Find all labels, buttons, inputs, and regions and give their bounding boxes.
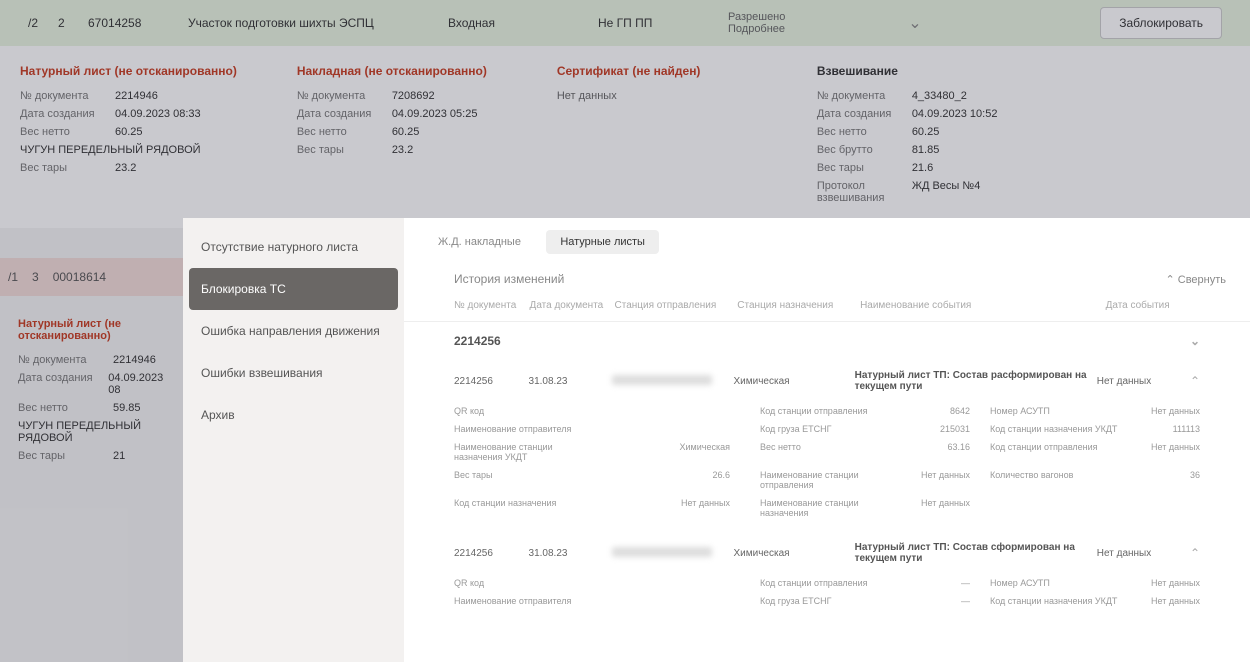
chevron-down-icon: ⌄ <box>1190 334 1200 348</box>
group-header[interactable]: 2214256 ⌄ <box>404 321 1250 360</box>
detail-row: Наименование станции назначения УКДТХими… <box>404 438 1250 466</box>
row-seq: 2 <box>50 16 80 30</box>
redacted-text <box>612 547 712 557</box>
detail-row: QR кодКод станции отправления—Номер АСУТ… <box>404 574 1250 592</box>
detail-row: QR кодКод станции отправления8642Номер А… <box>404 402 1250 420</box>
row-status: Разрешено Подробнее <box>720 11 870 35</box>
row-section: Участок подготовки шихты ЭСПЦ <box>180 16 440 30</box>
invoice-title: Накладная (не отсканированно) <box>297 64 497 78</box>
cert-title: Сертификат (не найден) <box>557 64 757 78</box>
sidebar-item-missing-natlist[interactable]: Отсутствие натурного листа <box>183 226 404 268</box>
filter-sidebar: Отсутствие натурного листа Блокировка ТС… <box>183 218 404 662</box>
history-panel: Ж.Д. накладные Натурные листы История из… <box>404 218 1250 662</box>
table-header: № документа Дата документа Станция отпра… <box>404 290 1250 321</box>
detail-row: Наименование отправителяКод груза ЕТСНГ—… <box>404 592 1250 610</box>
entry-row[interactable]: /2 2 67014258 Участок подготовки шихты Э… <box>0 0 1250 46</box>
table-row[interactable]: 2214256 31.08.23 Химическая Натурный лис… <box>404 360 1250 402</box>
weighing-title: Взвешивание <box>817 64 1017 78</box>
tab-nat-lists[interactable]: Натурные листы <box>546 230 659 254</box>
detail-row: Вес тары26.6Наименование станции отправл… <box>404 466 1250 494</box>
details-panel: Натурный лист (не отсканированно) № доку… <box>0 46 1250 228</box>
collapse-button[interactable]: ⌃ Свернуть <box>1165 273 1226 286</box>
entry-row-pink[interactable]: /1 3 00018614 <box>0 258 183 296</box>
tabs-bar: Ж.Д. накладные Натурные листы <box>404 218 1250 254</box>
sidebar-item-direction-error[interactable]: Ошибка направления движения <box>183 310 404 352</box>
detail-row: Наименование отправителяКод груза ЕТСНГ2… <box>404 420 1250 438</box>
history-title: История изменений <box>454 272 564 286</box>
chevron-up-icon: ⌃ <box>1190 374 1200 388</box>
row-direction: Входная <box>440 16 590 30</box>
block-button[interactable]: Заблокировать <box>1100 7 1222 39</box>
sidebar-item-weighing-errors[interactable]: Ошибки взвешивания <box>183 352 404 394</box>
row-id: 67014258 <box>80 16 180 30</box>
chevron-up-icon: ⌃ <box>1190 546 1200 560</box>
row-type: Не ГП ПП <box>590 16 720 30</box>
weighing-column: Взвешивание № документа4_33480_2 Дата со… <box>817 64 1017 210</box>
invoice-column: Накладная (не отсканированно) № документ… <box>297 64 497 210</box>
details2-panel: Натурный лист (не отсканированно) № доку… <box>0 318 183 468</box>
row-idx: /2 <box>20 16 50 30</box>
natlist-title: Натурный лист (не отсканированно) <box>20 64 237 78</box>
tab-rail-invoices[interactable]: Ж.Д. накладные <box>424 230 535 254</box>
redacted-text <box>612 375 712 385</box>
sidebar-item-block-ts[interactable]: Блокировка ТС <box>189 268 398 310</box>
natlist-column: Натурный лист (не отсканированно) № доку… <box>20 64 237 210</box>
chevron-down-icon[interactable]: ⌄ <box>870 13 960 33</box>
cert-column: Сертификат (не найден) Нет данных <box>557 64 757 210</box>
chevron-up-icon: ⌃ <box>1165 274 1174 286</box>
table-row[interactable]: 2214256 31.08.23 Химическая Натурный лис… <box>404 532 1250 574</box>
sidebar-item-archive[interactable]: Архив <box>183 394 404 436</box>
detail-row: Код станции назначенияНет данныхНаименов… <box>404 494 1250 522</box>
